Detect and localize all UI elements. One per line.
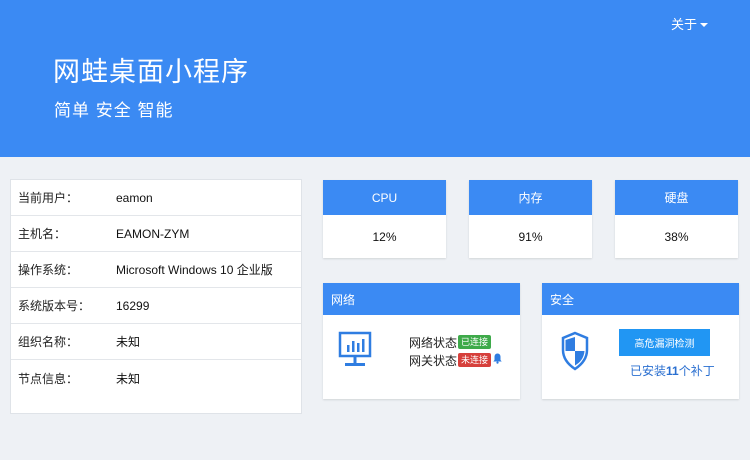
network-status-badge: 已连接 — [458, 335, 492, 349]
info-value: 未知 — [116, 371, 141, 386]
monitor-chart-icon — [338, 331, 372, 376]
info-label: 节点信息： — [18, 371, 79, 386]
disk-value: 38% — [664, 229, 689, 244]
info-row-version: 系统版本号： 16299 — [11, 288, 301, 324]
bell-icon[interactable] — [493, 353, 502, 367]
disk-card: 硬盘 38% — [615, 180, 738, 258]
info-value: EAMON-ZYM — [116, 226, 190, 241]
cpu-card: CPU 12% — [323, 180, 446, 258]
app-title: 网蛙桌面小程序 — [53, 57, 249, 87]
info-row-hostname: 主机名： EAMON-ZYM — [11, 216, 301, 252]
info-value: Microsoft Windows 10 企业版 — [116, 263, 273, 277]
memory-value: 91% — [518, 229, 543, 244]
vulnerability-scan-button[interactable]: 高危漏洞检测 — [619, 329, 710, 356]
info-value: 16299 — [116, 298, 150, 313]
system-info-card: 当前用户： eamon 主机名： EAMON-ZYM 操作系统： Microso… — [10, 179, 302, 414]
security-panel: 安全 高危漏洞检测 已安装11个补丁 — [542, 283, 739, 399]
info-label: 系统版本号： — [18, 299, 91, 313]
info-label: 主机名： — [18, 227, 67, 241]
network-panel: 网络 网络状态 已连接 网关状态 未连接 — [323, 283, 520, 399]
network-status-line: 网络状态 已连接 — [409, 333, 502, 351]
info-value: eamon — [116, 190, 153, 205]
header-banner: 关于 网蛙桌面小程序 简单 安全 智能 — [0, 0, 750, 157]
network-panel-title: 网络 — [323, 283, 520, 315]
about-label: 关于 — [670, 17, 697, 32]
info-row-node: 节点信息： 未知 — [11, 360, 301, 396]
info-row-os: 操作系统： Microsoft Windows 10 企业版 — [11, 252, 301, 288]
info-label: 操作系统： — [18, 263, 79, 277]
disk-label: 硬盘 — [615, 180, 738, 215]
memory-label: 内存 — [469, 180, 592, 215]
cpu-value: 12% — [372, 229, 397, 244]
gateway-status-badge: 未连接 — [458, 353, 492, 367]
security-panel-title: 安全 — [542, 283, 739, 315]
cpu-label: CPU — [323, 180, 446, 215]
patch-suffix: 个补丁 — [678, 364, 715, 378]
patch-count: 11 — [666, 364, 679, 378]
info-label: 组织名称： — [18, 335, 79, 349]
network-status-list: 网络状态 已连接 网关状态 未连接 — [409, 333, 502, 369]
about-menu[interactable]: 关于 — [671, 14, 708, 33]
patch-status: 已安装11个补丁 — [630, 362, 715, 379]
gateway-status-label: 网关状态 — [409, 353, 458, 368]
info-value: 未知 — [116, 335, 141, 349]
info-label: 当前用户： — [18, 191, 79, 205]
info-row-user: 当前用户： eamon — [11, 180, 301, 216]
network-status-label: 网络状态 — [409, 335, 458, 350]
caret-down-icon — [700, 22, 708, 27]
info-row-organization: 组织名称： 未知 — [11, 324, 301, 360]
memory-card: 内存 91% — [469, 180, 592, 258]
app-subtitle: 简单 安全 智能 — [54, 101, 174, 120]
gateway-status-line: 网关状态 未连接 — [409, 351, 502, 369]
shield-icon — [561, 331, 589, 376]
patch-prefix: 已安装 — [630, 364, 667, 378]
